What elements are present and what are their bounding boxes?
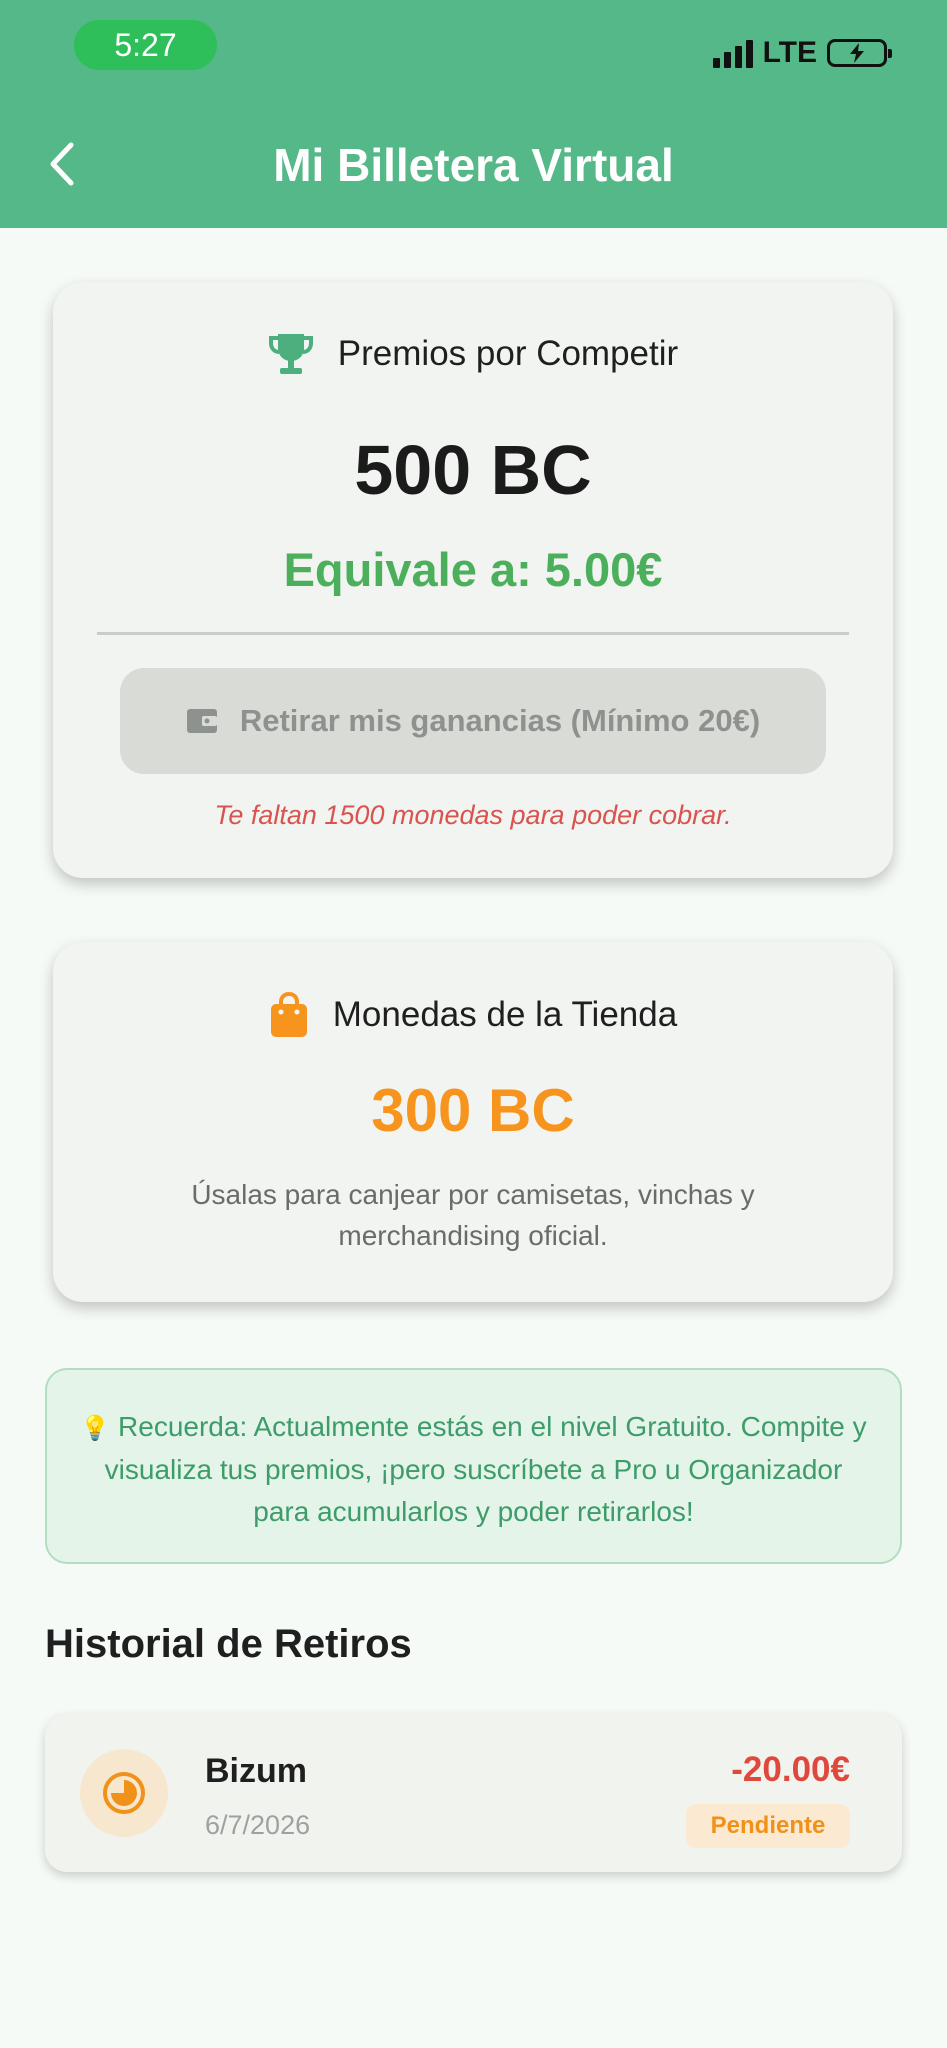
network-label: LTE	[762, 36, 817, 69]
withdraw-button-label: Retirar mis ganancias (Mínimo 20€)	[239, 703, 761, 738]
store-coins-card: Monedas de la Tienda 300 BC Úsalas para …	[53, 942, 893, 1302]
shopping-bag-icon	[270, 992, 307, 1037]
withdrawal-status-avatar	[80, 1749, 168, 1837]
prizes-card-title: Premios por Competir	[337, 334, 679, 373]
cellular-signal-icon	[712, 38, 753, 68]
withdrawal-method: Bizum	[205, 1752, 307, 1790]
trophy-icon	[268, 334, 313, 374]
lightbulb-icon: 💡	[80, 1414, 111, 1442]
withdrawal-date: 6/7/2026	[205, 1810, 311, 1840]
battery-charging-icon	[827, 39, 892, 67]
withdraw-button[interactable]: Retirar mis ganancias (Mínimo 20€)	[120, 668, 826, 774]
subscription-notice: 💡 Recuerda: Actualmente estás en el nive…	[45, 1368, 902, 1564]
withdraw-warning: Te faltan 1500 monedas para poder cobrar…	[214, 800, 732, 830]
status-icons: LTE	[712, 36, 892, 70]
prizes-card: Premios por Competir 500 BC Equivale a: …	[53, 282, 893, 878]
prizes-balance: 500 BC	[354, 431, 592, 509]
app-bar: 5:27 LTE Mi Billetera Virtual	[0, 0, 947, 228]
withdrawal-amount: -20.00€	[731, 1750, 850, 1789]
status-time: 5:27	[74, 20, 217, 70]
store-balance: 300 BC	[371, 1077, 575, 1144]
store-card-header: Monedas de la Tienda	[53, 992, 893, 1038]
divider	[97, 632, 849, 635]
page-title: Mi Billetera Virtual	[273, 139, 674, 191]
notice-text: Recuerda: Actualmente estás en el nivel …	[104, 1411, 867, 1527]
pending-clock-icon	[103, 1772, 145, 1814]
status-badge: Pendiente	[686, 1804, 850, 1848]
wallet-icon	[186, 709, 217, 733]
store-description: Úsalas para canjear por camisetas, vinch…	[191, 1179, 755, 1251]
history-title: Historial de Retiros	[45, 1622, 412, 1666]
store-card-title: Monedas de la Tienda	[332, 995, 678, 1034]
prizes-equivalent: Equivale a: 5.00€	[283, 543, 663, 596]
prizes-card-header: Premios por Competir	[53, 330, 893, 378]
withdrawal-item[interactable]: Bizum 6/7/2026 -20.00€ Pendiente	[45, 1714, 902, 1872]
